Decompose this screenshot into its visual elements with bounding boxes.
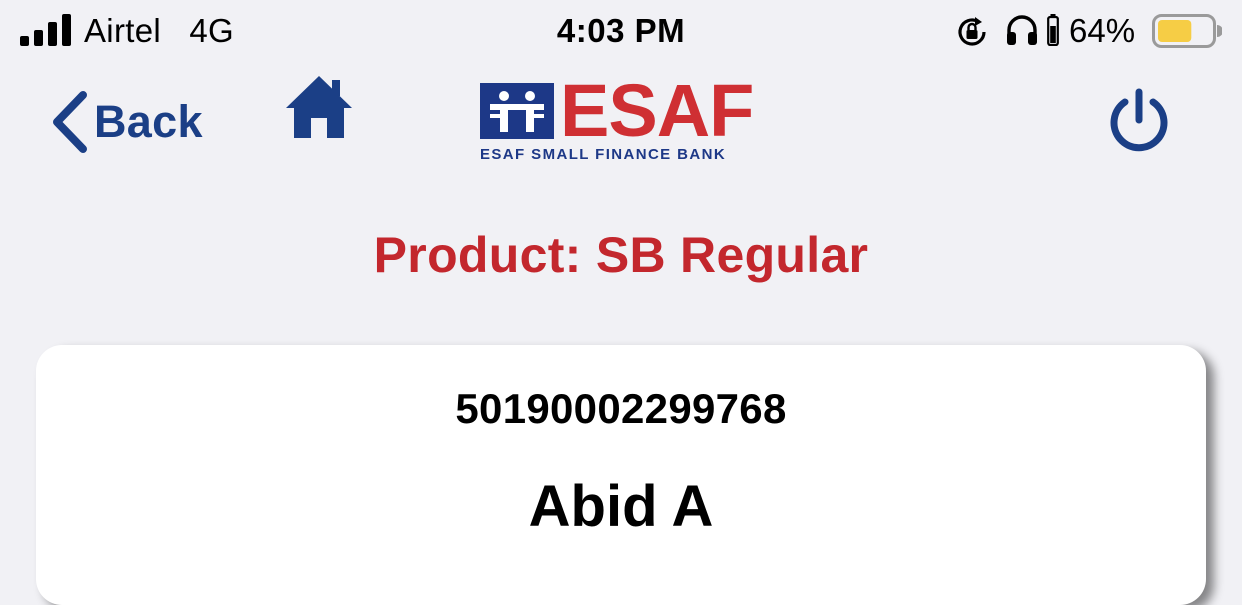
product-name: SB Regular xyxy=(595,227,869,283)
status-bar: Airtel 4G 4:03 PM 64% xyxy=(0,0,1242,66)
account-holder-name: Abid A xyxy=(528,474,714,539)
product-title: Product: SB Regular xyxy=(0,226,1242,284)
charging-indicator-icon xyxy=(1047,14,1059,46)
home-icon[interactable] xyxy=(286,74,352,140)
headphones-icon xyxy=(1007,15,1037,45)
chevron-left-icon xyxy=(53,91,87,153)
esaf-logo: ESAF ESAF SMALL FINANCE BANK xyxy=(478,74,768,170)
logo-mark-icon xyxy=(480,83,554,139)
power-icon[interactable] xyxy=(1106,88,1172,154)
account-card[interactable]: 50190002299768 Abid A xyxy=(36,345,1206,605)
battery-percentage: 64% xyxy=(1069,12,1136,49)
logo-tagline: ESAF SMALL FINANCE BANK xyxy=(480,146,727,163)
back-button[interactable]: Back xyxy=(50,90,203,154)
rotation-lock-icon xyxy=(958,17,986,46)
back-label: Back xyxy=(94,96,203,147)
product-label: Product: xyxy=(373,227,582,283)
account-number: 50190002299768 xyxy=(455,385,787,432)
battery-icon xyxy=(1152,14,1222,48)
logo-wordmark: ESAF xyxy=(560,69,754,152)
